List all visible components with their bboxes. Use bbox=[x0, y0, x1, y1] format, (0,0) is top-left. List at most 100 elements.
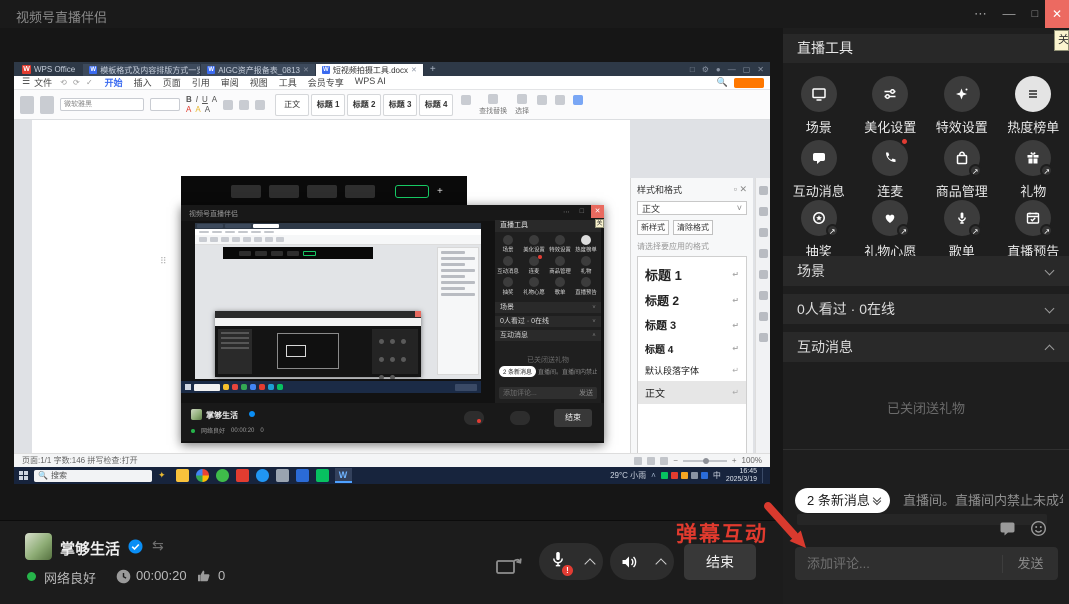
speaker-button[interactable] bbox=[610, 543, 674, 580]
taskbar-clock[interactable]: 16:45 2025/3/19 bbox=[726, 468, 757, 484]
view-mode-icon[interactable] bbox=[660, 457, 668, 465]
tab-close-icon[interactable]: ✕ bbox=[303, 66, 309, 74]
font-size-select[interactable] bbox=[150, 98, 180, 111]
taskbar-active-doc[interactable]: W bbox=[335, 468, 352, 483]
menu-item[interactable]: 会员专享 bbox=[308, 76, 344, 89]
ai-layout-tool[interactable] bbox=[537, 95, 547, 114]
tool-messages[interactable]: 互动消息 bbox=[783, 140, 855, 200]
select-tool[interactable]: 选择 bbox=[515, 94, 529, 116]
tray-expand-icon[interactable]: ˄ bbox=[651, 471, 656, 480]
tab-close-icon[interactable]: ✕ bbox=[411, 66, 417, 74]
style-item[interactable]: 标题 3↵ bbox=[638, 313, 746, 337]
tool-scene[interactable]: 场景 bbox=[783, 76, 855, 136]
style-chip[interactable]: 正文 bbox=[275, 94, 309, 116]
start-button[interactable] bbox=[19, 471, 28, 480]
doc-tool[interactable] bbox=[573, 95, 583, 114]
taskbar-app-icon[interactable] bbox=[316, 469, 329, 482]
tool-products[interactable]: ↗ 商品管理 bbox=[926, 140, 998, 200]
undo-redo-icons[interactable]: ⟲ ⟳ ✓ bbox=[60, 78, 105, 87]
sort-tool[interactable] bbox=[555, 95, 565, 114]
taskbar-app-icon[interactable] bbox=[216, 469, 229, 482]
wps-home-tab[interactable]: W WPS Office bbox=[14, 62, 83, 76]
zoom-in-button[interactable]: + bbox=[732, 456, 737, 465]
style-item[interactable]: 标题 1↵ bbox=[638, 261, 746, 288]
menu-item[interactable]: 审阅 bbox=[221, 76, 239, 89]
section-messages[interactable]: 互动消息 bbox=[783, 332, 1069, 362]
swap-account-icon[interactable]: ⇆ bbox=[152, 537, 164, 554]
menu-item[interactable]: 页面 bbox=[163, 76, 181, 89]
tool-effects[interactable]: 特效设置 bbox=[926, 76, 998, 136]
style-dropdown[interactable]: 正文˅ bbox=[637, 201, 747, 215]
weather-widget[interactable]: 29°C 小雨 bbox=[610, 470, 646, 481]
list-tool[interactable] bbox=[239, 100, 249, 110]
style-item[interactable]: 标题 2↵ bbox=[638, 288, 746, 313]
microphone-button[interactable]: ! bbox=[539, 543, 603, 580]
tray-icon[interactable] bbox=[691, 472, 698, 479]
comment-input[interactable] bbox=[795, 556, 1002, 571]
send-button[interactable]: 发送 bbox=[1002, 555, 1058, 573]
font-style-tools[interactable]: BIUA AAA bbox=[186, 96, 217, 114]
menu-item[interactable]: 插入 bbox=[134, 76, 152, 89]
section-viewers[interactable]: 0人看过 · 0在线 bbox=[783, 294, 1069, 324]
menu-item[interactable]: 开始 bbox=[105, 76, 123, 89]
style-item[interactable]: 默认段落字体↵ bbox=[638, 360, 746, 381]
format-painter-tool[interactable] bbox=[40, 96, 54, 114]
font-name-select[interactable]: 微软雅黑 bbox=[60, 98, 144, 111]
wps-share-button[interactable] bbox=[734, 78, 764, 88]
style-chip[interactable]: 标题 3 bbox=[383, 94, 417, 116]
taskbar-app-icon[interactable] bbox=[236, 469, 249, 482]
scene-toolbar-button[interactable] bbox=[345, 185, 375, 198]
align-tool[interactable] bbox=[223, 100, 233, 110]
tool-ranking[interactable]: 热度榜单 bbox=[998, 76, 1069, 136]
new-style-button[interactable]: 新样式 bbox=[637, 220, 669, 235]
wps-doc-tab-2[interactable]: W AIGC资产报备表_0813 ✕ bbox=[201, 64, 316, 76]
wps-window-controls[interactable]: □⚙●—▢✕ bbox=[690, 65, 770, 74]
wps-right-rail[interactable] bbox=[755, 178, 770, 453]
zoom-out-button[interactable]: − bbox=[673, 456, 678, 465]
tray-icon[interactable] bbox=[661, 472, 668, 479]
tool-playlist[interactable]: ↗ 歌单 bbox=[926, 200, 998, 260]
ime-indicator[interactable]: 中 bbox=[713, 470, 721, 481]
tool-lottery[interactable]: ↗ 抽奖 bbox=[783, 200, 855, 260]
style-chip[interactable]: 标题 1 bbox=[311, 94, 345, 116]
scene-toolbar-button[interactable] bbox=[307, 185, 337, 198]
window-close-button[interactable]: ✕ bbox=[1045, 0, 1069, 28]
clear-format-button[interactable]: 清除格式 bbox=[673, 220, 713, 235]
end-stream-button[interactable]: 结束 bbox=[684, 544, 756, 580]
scene-add-button[interactable]: + bbox=[437, 186, 443, 197]
menu-item[interactable]: 工具 bbox=[279, 76, 297, 89]
style-item-selected[interactable]: 正文↵ bbox=[638, 381, 746, 404]
chevron-up-icon[interactable] bbox=[584, 558, 595, 569]
taskbar-search[interactable]: 🔍 搜索 bbox=[34, 470, 152, 482]
window-more-button[interactable]: ⋯ bbox=[968, 0, 994, 28]
screen-share-icon[interactable] bbox=[494, 553, 524, 579]
taskbar-app-icon[interactable] bbox=[296, 469, 309, 482]
scene-confirm-button[interactable] bbox=[395, 185, 429, 198]
new-tab-button[interactable]: + bbox=[430, 64, 436, 75]
taskbar-app-icon[interactable] bbox=[256, 469, 269, 482]
zoom-slider[interactable] bbox=[683, 460, 727, 462]
chevron-up-icon[interactable] bbox=[655, 558, 666, 569]
tool-mic-link[interactable]: 连麦 bbox=[855, 140, 927, 200]
window-minimize-button[interactable]: — bbox=[996, 0, 1022, 28]
indent-tool[interactable] bbox=[255, 100, 265, 110]
wps-search-icon[interactable]: 🔍 bbox=[717, 77, 728, 88]
menu-item[interactable]: WPS AI bbox=[355, 76, 386, 89]
view-mode-icon[interactable] bbox=[634, 457, 642, 465]
wps-doc-tab-1[interactable]: W 模板格式及内容排版方式一览 ✕ bbox=[83, 64, 201, 76]
tool-gifts[interactable]: ↗ 礼物 bbox=[998, 140, 1069, 200]
show-desktop-sliver[interactable] bbox=[762, 468, 765, 483]
paste-tool[interactable] bbox=[20, 96, 34, 114]
emoji-icon[interactable] bbox=[1030, 520, 1047, 537]
copilot-icon[interactable]: ✦ bbox=[158, 470, 166, 481]
view-mode-icon[interactable] bbox=[647, 457, 655, 465]
taskbar-app-icon[interactable] bbox=[176, 469, 189, 482]
panel-close-icon[interactable]: ▫ ✕ bbox=[734, 184, 747, 195]
style-chip[interactable]: 标题 4 bbox=[419, 94, 453, 116]
taskbar-app-icon[interactable] bbox=[276, 469, 289, 482]
tray-icon[interactable] bbox=[701, 472, 708, 479]
wps-file-menu[interactable]: ☰ 文件 bbox=[14, 76, 60, 89]
find-replace-tool[interactable]: 查找替换 bbox=[479, 94, 507, 116]
taskbar-app-icon[interactable] bbox=[196, 469, 209, 482]
section-scenes[interactable]: 场景 bbox=[783, 256, 1069, 286]
